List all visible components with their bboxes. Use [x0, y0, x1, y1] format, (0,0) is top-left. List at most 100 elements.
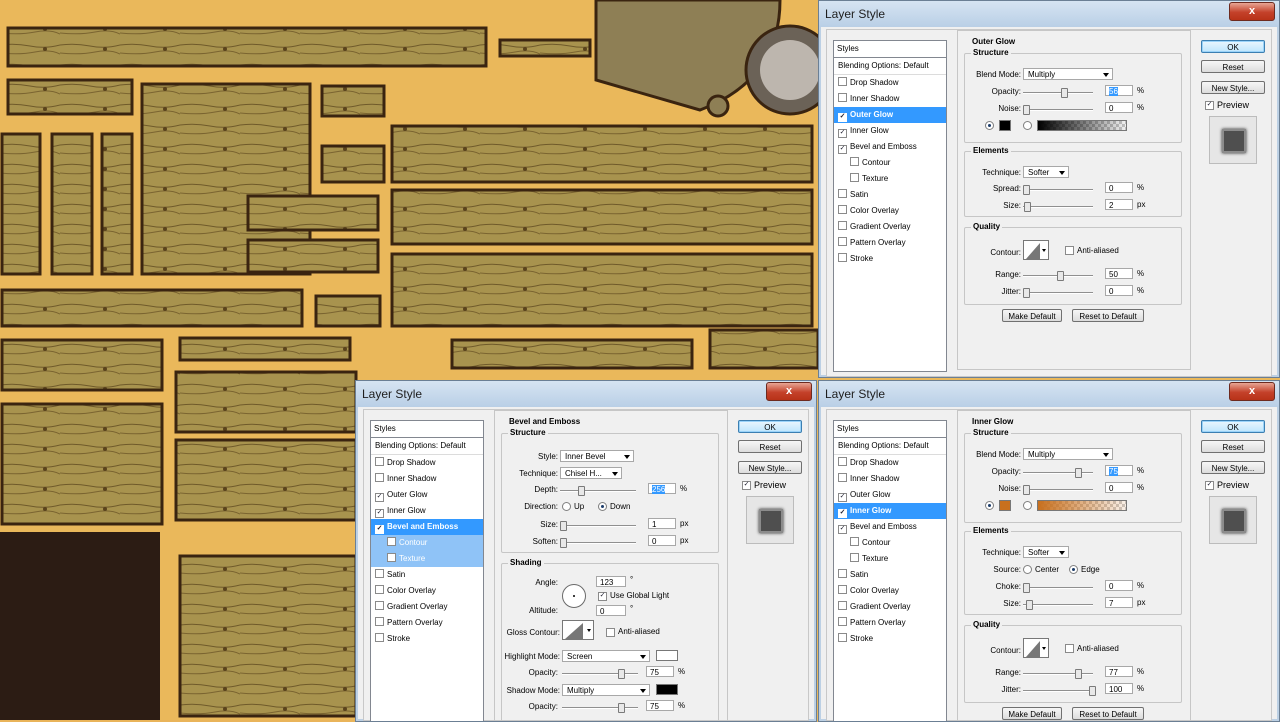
style-item-contour[interactable]: Contour [371, 535, 483, 551]
style-item-bevel-and-emboss[interactable]: ✓ Bevel and Emboss [371, 519, 483, 535]
jitter-slider[interactable] [1023, 288, 1093, 298]
noise-slider[interactable] [1023, 105, 1093, 115]
range-slider[interactable] [1023, 669, 1093, 679]
shadow-opacity-field[interactable]: 75 [646, 700, 674, 711]
style-item-color-overlay[interactable]: Color Overlay [371, 583, 483, 599]
jitter-slider[interactable] [1023, 686, 1096, 696]
size-slider-thumb[interactable] [560, 521, 567, 531]
style-item-checkbox[interactable]: ✓ [838, 129, 847, 138]
style-item-checkbox[interactable] [375, 601, 384, 610]
spread-slider[interactable] [1023, 185, 1093, 195]
shadow-color-swatch[interactable] [656, 684, 678, 695]
antialiased-checkbox[interactable] [606, 628, 615, 637]
preview-checkbox[interactable]: ✓ [1205, 101, 1214, 110]
reset-button[interactable]: Reset [1201, 60, 1265, 73]
style-item-stroke[interactable]: Stroke [834, 251, 946, 267]
make-default-button[interactable]: Make Default [1002, 309, 1062, 322]
style-item-inner-shadow[interactable]: Inner Shadow [834, 91, 946, 107]
depth-slider[interactable] [560, 486, 636, 496]
choke-field[interactable]: 0 [1105, 580, 1133, 591]
style-item-checkbox[interactable] [387, 537, 396, 546]
size-field[interactable]: 1 [648, 518, 676, 529]
shadow-opacity-thumb[interactable] [618, 703, 625, 713]
style-item-texture[interactable]: Texture [834, 171, 946, 187]
style-item-satin[interactable]: Satin [834, 567, 946, 583]
highlight-mode-select[interactable]: Screen [562, 650, 650, 662]
reset-button[interactable]: Reset [1201, 440, 1265, 453]
make-default-button[interactable]: Make Default [1002, 707, 1062, 720]
jitter-field[interactable]: 100 [1105, 683, 1133, 694]
style-item-checkbox[interactable] [387, 553, 396, 562]
style-item-checkbox[interactable] [838, 93, 847, 102]
highlight-opacity-field[interactable]: 75 [646, 666, 674, 677]
style-item-checkbox[interactable] [375, 473, 384, 482]
technique-select[interactable]: Chisel H... [560, 467, 622, 479]
style-item-inner-shadow[interactable]: Inner Shadow [371, 471, 483, 487]
style-item-gradient-overlay[interactable]: Gradient Overlay [834, 599, 946, 615]
close-button[interactable]: x [1229, 382, 1275, 401]
opacity-field[interactable]: 56 [1105, 85, 1133, 96]
style-item-checkbox[interactable] [838, 601, 847, 610]
size-slider[interactable] [1023, 600, 1093, 610]
soften-slider[interactable] [560, 538, 636, 548]
style-item-checkbox[interactable] [850, 553, 859, 562]
choke-slider[interactable] [1023, 583, 1093, 593]
style-item-blending-options-default[interactable]: Blending Options: Default [834, 438, 946, 455]
style-item-checkbox[interactable]: ✓ [838, 509, 847, 518]
style-item-checkbox[interactable] [375, 633, 384, 642]
style-item-drop-shadow[interactable]: Drop Shadow [371, 455, 483, 471]
shadow-opacity-slider[interactable] [562, 703, 638, 713]
glow-gradient-swatch[interactable] [1037, 500, 1127, 511]
styles-header[interactable]: Styles [834, 421, 946, 438]
style-item-inner-glow[interactable]: ✓ Inner Glow [371, 503, 483, 519]
style-item-satin[interactable]: Satin [834, 187, 946, 203]
style-item-outer-glow[interactable]: ✓ Outer Glow [834, 487, 946, 503]
title-bar[interactable]: Layer Style [819, 1, 1279, 27]
highlight-opacity-slider[interactable] [562, 669, 638, 679]
preview-checkbox[interactable]: ✓ [742, 481, 751, 490]
jitter-field[interactable]: 0 [1105, 285, 1133, 296]
angle-field[interactable]: 123 [596, 576, 626, 587]
opacity-slider[interactable] [1023, 468, 1093, 478]
soften-field[interactable]: 0 [648, 535, 676, 546]
size-field[interactable]: 7 [1105, 597, 1133, 608]
blend-mode-select[interactable]: Multiply [1023, 448, 1113, 460]
contour-picker[interactable] [1023, 240, 1049, 260]
opacity-slider-thumb[interactable] [1061, 88, 1068, 98]
style-item-color-overlay[interactable]: Color Overlay [834, 583, 946, 599]
contour-picker[interactable] [1023, 638, 1049, 658]
depth-slider-thumb[interactable] [578, 486, 585, 496]
range-slider-thumb[interactable] [1075, 669, 1082, 679]
style-item-checkbox[interactable] [838, 253, 847, 262]
global-light-checkbox[interactable]: ✓ [598, 592, 607, 601]
style-item-checkbox[interactable] [375, 457, 384, 466]
glow-color-swatch[interactable] [999, 120, 1011, 131]
style-item-color-overlay[interactable]: Color Overlay [834, 203, 946, 219]
styles-header[interactable]: Styles [834, 41, 946, 58]
solid-color-radio[interactable] [985, 501, 994, 510]
style-item-stroke[interactable]: Stroke [834, 631, 946, 647]
style-item-satin[interactable]: Satin [371, 567, 483, 583]
source-edge-radio[interactable] [1069, 565, 1078, 574]
angle-dial[interactable] [562, 584, 586, 608]
range-slider-thumb[interactable] [1057, 271, 1064, 281]
style-item-pattern-overlay[interactable]: Pattern Overlay [834, 615, 946, 631]
style-item-checkbox[interactable] [850, 173, 859, 182]
style-item-checkbox[interactable] [838, 617, 847, 626]
range-field[interactable]: 77 [1105, 666, 1133, 677]
technique-select[interactable]: Softer [1023, 546, 1069, 558]
style-item-drop-shadow[interactable]: Drop Shadow [834, 455, 946, 471]
range-field[interactable]: 50 [1105, 268, 1133, 279]
opacity-field[interactable]: 75 [1105, 465, 1133, 476]
close-button[interactable]: x [1229, 2, 1275, 21]
size-slider[interactable] [1023, 202, 1093, 212]
style-item-blending-options-default[interactable]: Blending Options: Default [371, 438, 483, 455]
style-item-checkbox[interactable] [838, 585, 847, 594]
antialiased-checkbox[interactable] [1065, 246, 1074, 255]
size-slider-thumb[interactable] [1026, 600, 1033, 610]
style-item-contour[interactable]: Contour [834, 155, 946, 171]
gradient-radio[interactable] [1023, 121, 1032, 130]
source-center-radio[interactable] [1023, 565, 1032, 574]
size-field[interactable]: 2 [1105, 199, 1133, 210]
reset-to-default-button[interactable]: Reset to Default [1072, 707, 1144, 720]
